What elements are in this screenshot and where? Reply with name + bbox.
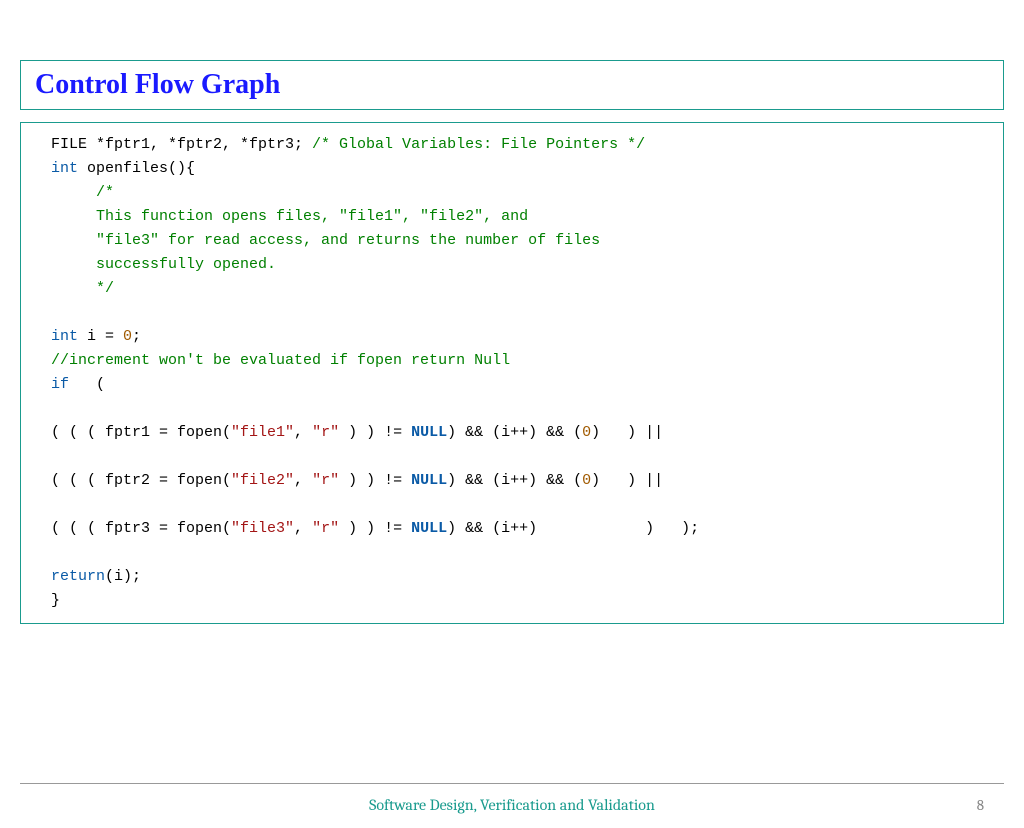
- slide-title: Control Flow Graph: [35, 69, 989, 101]
- code-line: ) && (i++) ) );: [447, 520, 699, 537]
- code-number: 0: [123, 328, 132, 345]
- code-null: NULL: [411, 472, 447, 489]
- footer-divider: [20, 783, 1004, 784]
- code-line: ) ) !=: [339, 424, 411, 441]
- code-line: ) ) !=: [339, 472, 411, 489]
- code-string: "file2": [231, 472, 294, 489]
- code-comment: "file3" for read access, and returns the…: [51, 232, 600, 249]
- code-number: 0: [582, 472, 591, 489]
- code-line: ,: [294, 424, 312, 441]
- footer-text: Software Design, Verification and Valida…: [0, 796, 1024, 814]
- code-line: ,: [294, 520, 312, 537]
- code-null: NULL: [411, 520, 447, 537]
- code-comment: This function opens files, "file1", "fil…: [51, 208, 528, 225]
- code-line: }: [51, 592, 60, 609]
- code-line: (i);: [105, 568, 141, 585]
- code-line: ) && (i++) && (: [447, 424, 582, 441]
- page-number: 8: [977, 796, 984, 814]
- code-null: NULL: [411, 424, 447, 441]
- slide-title-box: Control Flow Graph: [20, 60, 1004, 110]
- code-line: ( ( ( fptr1 = fopen(: [51, 424, 231, 441]
- code-comment: //increment won't be evaluated if fopen …: [51, 352, 510, 369]
- code-line: ( ( ( fptr2 = fopen(: [51, 472, 231, 489]
- code-line: openfiles(){: [78, 160, 195, 177]
- code-keyword: int: [51, 160, 78, 177]
- code-line: (: [69, 376, 105, 393]
- code-comment: successfully opened.: [51, 256, 276, 273]
- code-line: ( ( ( fptr3 = fopen(: [51, 520, 231, 537]
- code-string: "file3": [231, 520, 294, 537]
- code-keyword: if: [51, 376, 69, 393]
- code-string: "r": [312, 472, 339, 489]
- code-string: "r": [312, 424, 339, 441]
- code-line: ) ) ||: [591, 472, 663, 489]
- code-comment: /*: [51, 184, 114, 201]
- code-keyword: int: [51, 328, 78, 345]
- code-line: ) ) !=: [339, 520, 411, 537]
- code-comment: /* Global Variables: File Pointers */: [312, 136, 645, 153]
- code-comment: */: [51, 280, 114, 297]
- code-string: "r": [312, 520, 339, 537]
- code-string: "file1": [231, 424, 294, 441]
- code-keyword: return: [51, 568, 105, 585]
- code-line: ) && (i++) && (: [447, 472, 582, 489]
- code-line: ) ) ||: [591, 424, 663, 441]
- code-line: ,: [294, 472, 312, 489]
- code-line: i =: [78, 328, 123, 345]
- code-block: FILE *fptr1, *fptr2, *fptr3; /* Global V…: [20, 122, 1004, 624]
- code-line: ;: [132, 328, 141, 345]
- code-number: 0: [582, 424, 591, 441]
- code-line: FILE *fptr1, *fptr2, *fptr3;: [51, 136, 312, 153]
